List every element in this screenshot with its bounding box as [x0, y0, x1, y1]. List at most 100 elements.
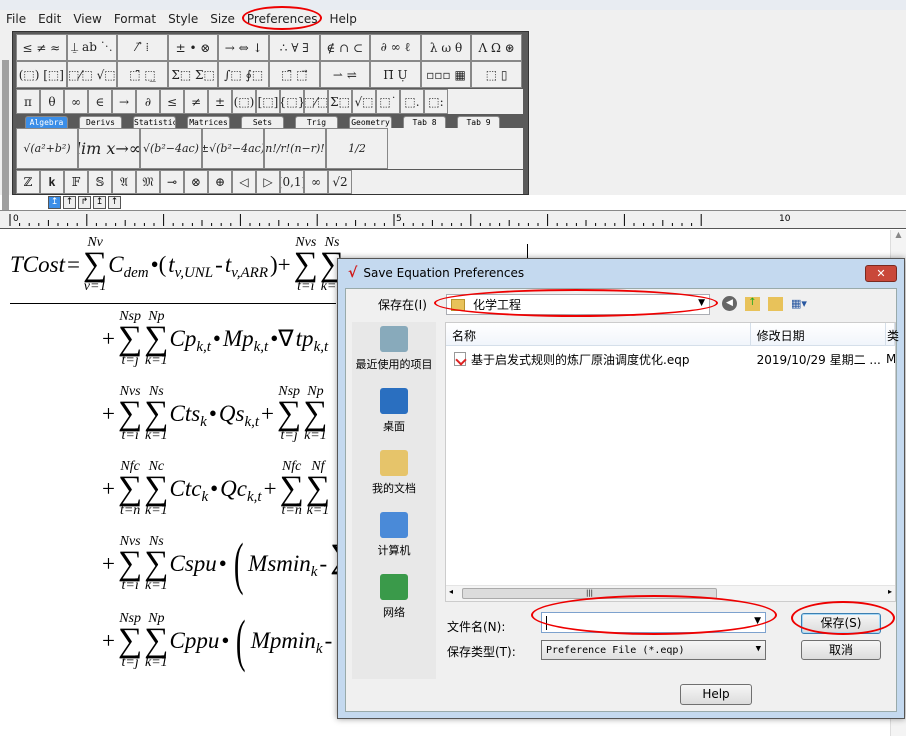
palette-symbol-button[interactable]: Σ⬚: [328, 89, 352, 114]
palette-template-group[interactable]: (⬚) [⬚]: [16, 61, 67, 88]
tab-algebra[interactable]: Algebra: [25, 116, 68, 128]
menu-view[interactable]: View: [67, 10, 107, 29]
palette-symbol-group[interactable]: Λ Ω ⊛: [471, 34, 522, 61]
palette-symbol-button[interactable]: 𝐤: [40, 170, 64, 194]
palette-template-group[interactable]: ⬚̄ ⬚⃗: [268, 61, 320, 88]
file-list[interactable]: 名称 修改日期 类 基于启发式规则的炼厂原油调度优化.eqp 2019/10/2…: [445, 322, 899, 602]
new-folder-icon[interactable]: [768, 296, 783, 311]
place-item[interactable]: 桌面: [352, 384, 436, 446]
help-button[interactable]: Help: [680, 684, 752, 705]
alignment-button[interactable]: ↱: [78, 196, 91, 209]
palette-expression-template[interactable]: √(a²+b²): [16, 128, 78, 169]
palette-template-group[interactable]: ⬚⁄⬚ √⬚: [66, 61, 118, 88]
palette-symbol-group[interactable]: λ ω θ: [420, 34, 472, 61]
palette-expression-template[interactable]: (−b±√(b²−4ac))/2a: [202, 128, 264, 169]
tab-geometry[interactable]: Geometry: [349, 116, 392, 128]
menu-edit[interactable]: Edit: [32, 10, 67, 29]
palette-symbol-button[interactable]: 𝔄: [112, 170, 136, 194]
palette-symbol-button[interactable]: ∞: [304, 170, 328, 194]
palette-symbol-group[interactable]: ⍊ ab ⋱: [66, 34, 118, 61]
tab-sets[interactable]: Sets: [241, 116, 284, 128]
palette-symbol-button[interactable]: ∂: [136, 89, 160, 114]
palette-symbol-button[interactable]: 𝔽: [64, 170, 88, 194]
file-row[interactable]: 基于启发式规则的炼厂原油调度优化.eqp 2019/10/29 星期二 ... …: [446, 348, 895, 370]
palette-symbol-button[interactable]: [⬚]: [256, 89, 280, 114]
palette-symbol-button[interactable]: ▷: [256, 170, 280, 194]
palette-template-group[interactable]: ⇀ ⇌: [319, 61, 371, 88]
palette-symbol-group[interactable]: ∂ ∞ ℓ: [370, 34, 421, 61]
sum-lower-limit: k=1: [145, 578, 168, 593]
menu-size[interactable]: Size: [204, 10, 241, 29]
palette-template-group[interactable]: ▫▫▫ ▦: [420, 61, 472, 88]
palette-symbol-button[interactable]: √⬚: [352, 89, 376, 114]
palette-symbol-button[interactable]: ∈: [88, 89, 112, 114]
palette-expression-template[interactable]: lim x→∞: [78, 128, 140, 169]
place-label: 桌面: [383, 420, 405, 433]
palette-symbol-button[interactable]: ⊸: [160, 170, 184, 194]
palette-symbol-button[interactable]: ⬚:: [424, 89, 448, 114]
palette-symbol-button[interactable]: 𝕊: [88, 170, 112, 194]
alignment-button[interactable]: ↥: [48, 196, 61, 209]
tab-trig[interactable]: Trig: [295, 116, 338, 128]
tab-tab-9[interactable]: Tab 9: [457, 116, 500, 128]
alignment-button[interactable]: ↥: [93, 196, 106, 209]
palette-grip[interactable]: [2, 60, 9, 224]
tab-tab-8[interactable]: Tab 8: [403, 116, 446, 128]
palette-symbol-button[interactable]: ⊕: [208, 170, 232, 194]
palette-symbol-button[interactable]: ⬚˙: [376, 89, 400, 114]
palette-symbol-button[interactable]: ⬚⁄⬚: [304, 89, 328, 114]
palette-template-group[interactable]: ⬚̄ ⬚̲: [117, 61, 168, 88]
palette-symbol-group[interactable]: ± • ⊗: [167, 34, 219, 61]
palette-template-group[interactable]: Σ⬚ Σ⬚: [167, 61, 219, 88]
place-item[interactable]: 最近使用的项目: [352, 322, 436, 384]
palette-symbol-button[interactable]: ◁: [232, 170, 256, 194]
alignment-button[interactable]: ↑: [108, 196, 121, 209]
place-item[interactable]: 网络: [352, 570, 436, 632]
palette-expression-template[interactable]: √(b²−4ac): [140, 128, 202, 169]
palette-template-group[interactable]: ⬚ ▯: [471, 61, 522, 88]
menu-style[interactable]: Style: [162, 10, 204, 29]
palette-symbol-button[interactable]: ℤ: [16, 170, 40, 194]
palette-symbol-button[interactable]: (⬚): [232, 89, 256, 114]
palette-expression-template[interactable]: n!/r!(n−r)!: [264, 128, 326, 169]
palette-template-group[interactable]: Π̄ Ụ: [370, 61, 421, 88]
palette-template-group[interactable]: ∫⬚ ∮⬚: [218, 61, 269, 88]
filetype-dropdown[interactable]: Preference File (*.eqp) ▼: [541, 640, 766, 660]
column-type[interactable]: 类: [886, 323, 899, 345]
menu-file[interactable]: File: [0, 10, 32, 29]
palette-symbol-button[interactable]: ⬚.: [400, 89, 424, 114]
palette-symbol-group[interactable]: ≤ ≠ ≈: [16, 34, 67, 61]
view-menu-icon[interactable]: ▦▾: [791, 297, 815, 310]
alignment-button[interactable]: ↑: [63, 196, 76, 209]
close-button[interactable]: ✕: [865, 265, 897, 282]
tab-matrices[interactable]: Matrices: [187, 116, 230, 128]
palette-symbol-group[interactable]: ∴ ∀ ∃: [268, 34, 320, 61]
palette-symbol-button[interactable]: {⬚}: [280, 89, 304, 114]
palette-symbol-button[interactable]: ±: [208, 89, 232, 114]
place-item[interactable]: 计算机: [352, 508, 436, 570]
palette-symbol-button[interactable]: ∞: [64, 89, 88, 114]
column-name[interactable]: 名称: [446, 323, 751, 345]
palette-symbol-button[interactable]: 𝔐: [136, 170, 160, 194]
back-icon[interactable]: ◀: [722, 296, 737, 311]
palette-expression-template[interactable]: 1/2: [326, 128, 388, 169]
palette-symbol-group[interactable]: ∉ ∩ ⊂: [319, 34, 371, 61]
palette-symbol-group[interactable]: ⁄ ⃗ ⁞: [117, 34, 168, 61]
palette-symbol-button[interactable]: →: [112, 89, 136, 114]
palette-symbol-button[interactable]: √2: [328, 170, 352, 194]
cancel-button[interactable]: 取消: [801, 640, 881, 660]
tab-derivs[interactable]: Derivs: [79, 116, 122, 128]
palette-symbol-button[interactable]: θ: [40, 89, 64, 114]
tab-statistics[interactable]: Statistics: [133, 116, 176, 128]
palette-symbol-button[interactable]: ≤: [160, 89, 184, 114]
column-date[interactable]: 修改日期: [751, 323, 886, 345]
palette-symbol-button[interactable]: π: [16, 89, 40, 114]
menu-format[interactable]: Format: [108, 10, 162, 29]
up-folder-icon[interactable]: ↑: [745, 296, 760, 311]
palette-symbol-button[interactable]: [0,1]: [280, 170, 304, 194]
palette-symbol-button[interactable]: ⊗: [184, 170, 208, 194]
palette-symbol-button[interactable]: ≠: [184, 89, 208, 114]
palette-symbol-group[interactable]: → ⇔ ↓: [218, 34, 269, 61]
menu-help[interactable]: Help: [323, 10, 362, 29]
place-item[interactable]: 我的文档: [352, 446, 436, 508]
